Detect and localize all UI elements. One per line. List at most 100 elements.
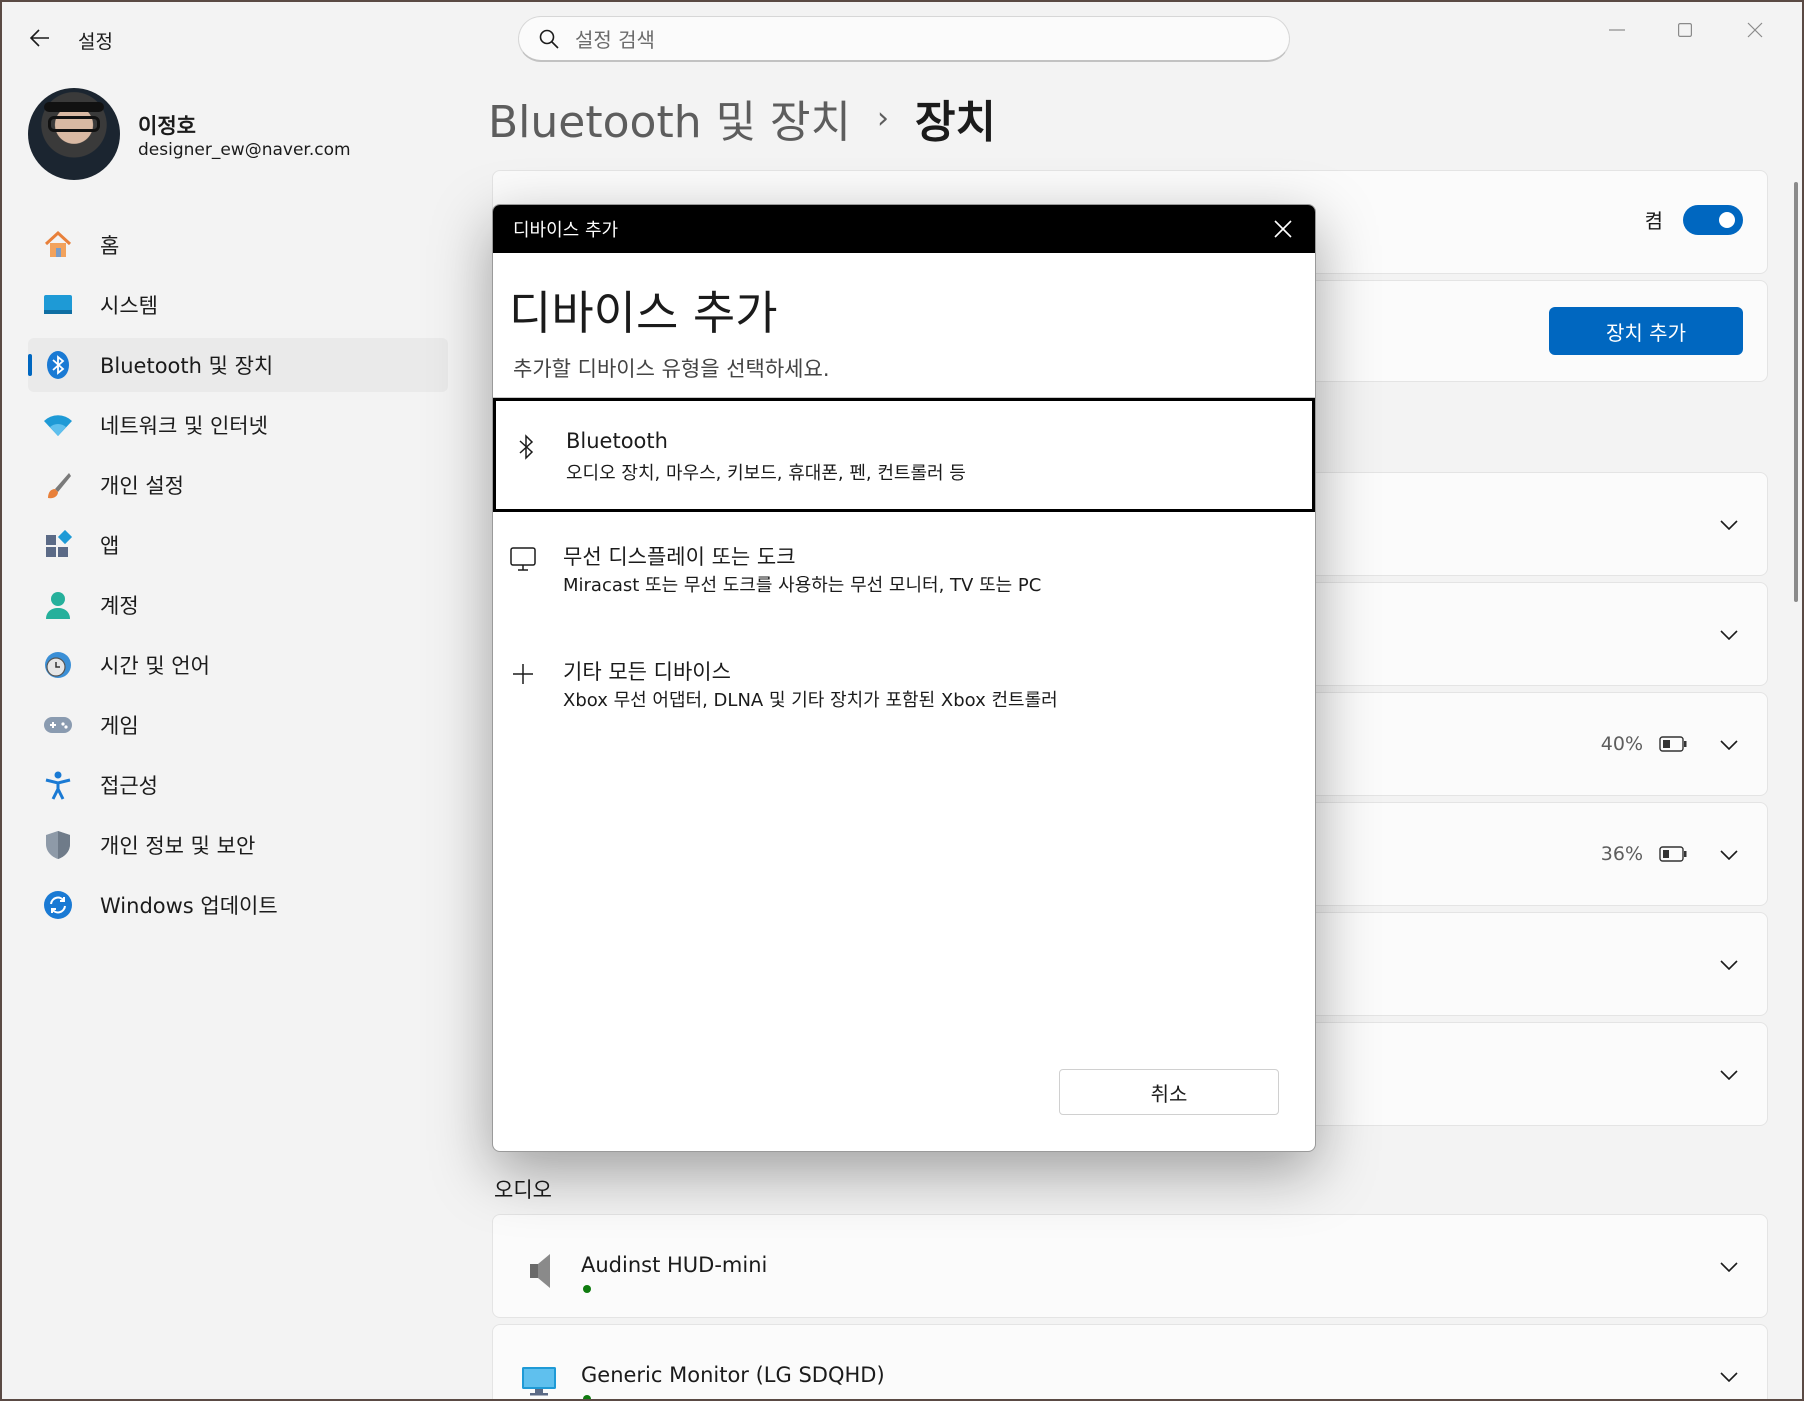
- battery-percent: 40%: [1600, 733, 1643, 755]
- sidebar-item-label: 개인 설정: [100, 474, 184, 498]
- sidebar-item-label: 앱: [100, 534, 120, 558]
- maximize-icon: [1678, 23, 1692, 37]
- search-box[interactable]: 설정 검색: [518, 16, 1290, 62]
- chevron-down-icon[interactable]: [1719, 845, 1739, 865]
- option-description: Xbox 무선 어댑터, DLNA 및 기타 장치가 포함된 Xbox 컨트롤러: [563, 690, 1058, 711]
- sidebar-item-time-language[interactable]: 시간 및 언어: [28, 638, 448, 692]
- account-icon: [42, 589, 74, 621]
- audio-device-name: Generic Monitor (LG SDQHD): [581, 1363, 885, 1387]
- bluetooth-toggle[interactable]: [1683, 205, 1743, 235]
- option-title: 무선 디스플레이 또는 도크: [563, 545, 796, 569]
- home-icon: [42, 229, 74, 261]
- chevron-down-icon[interactable]: [1719, 625, 1739, 645]
- battery-icon: [1659, 736, 1687, 752]
- option-bluetooth[interactable]: Bluetooth 오디오 장치, 마우스, 키보드, 휴대폰, 펜, 컨트롤러…: [493, 398, 1315, 512]
- option-description: Miracast 또는 무선 도크를 사용하는 무선 모니터, TV 또는 PC: [563, 575, 1042, 596]
- back-arrow-icon: [30, 29, 49, 47]
- bluetooth-icon: [512, 433, 540, 461]
- close-icon: [1274, 220, 1292, 238]
- minimize-icon: [1609, 29, 1625, 31]
- title-bar: 설정 설정 검색: [2, 2, 1802, 72]
- avatar[interactable]: [28, 88, 120, 180]
- brush-icon: [42, 469, 74, 501]
- audio-device-row[interactable]: Audinst HUD-mini: [492, 1214, 1768, 1318]
- audio-section-title: 오디오: [494, 1178, 552, 1202]
- add-device-button[interactable]: 장치 추가: [1549, 307, 1743, 355]
- plus-icon: [509, 660, 537, 688]
- dialog-title-bar: 디바이스 추가: [493, 205, 1315, 253]
- chevron-down-icon[interactable]: [1719, 735, 1739, 755]
- cancel-button[interactable]: 취소: [1059, 1069, 1279, 1115]
- chevron-down-icon[interactable]: [1719, 955, 1739, 975]
- battery-percent: 36%: [1600, 843, 1643, 865]
- accessibility-icon: [42, 769, 74, 801]
- sidebar-item-label: 시간 및 언어: [100, 654, 210, 678]
- clock-globe-icon: [42, 649, 74, 681]
- monitor-icon: [519, 1361, 559, 1399]
- sidebar-item-label: 홈: [100, 234, 120, 258]
- option-description: 오디오 장치, 마우스, 키보드, 휴대폰, 펜, 컨트롤러 등: [566, 463, 966, 484]
- breadcrumb-separator: ›: [877, 100, 890, 136]
- sidebar-item-label: Windows 업데이트: [100, 894, 278, 918]
- display-icon: [509, 545, 537, 573]
- chevron-down-icon[interactable]: [1719, 515, 1739, 535]
- dialog-close-button[interactable]: [1271, 217, 1295, 241]
- apps-icon: [42, 529, 74, 561]
- speaker-icon: [519, 1251, 559, 1291]
- option-wireless-display[interactable]: 무선 디스플레이 또는 도크 Miracast 또는 무선 도크를 사용하는 무…: [493, 513, 1315, 627]
- profile-email: designer_ew@naver.com: [138, 140, 351, 160]
- sidebar-item-accessibility[interactable]: 접근성: [28, 758, 448, 812]
- close-button[interactable]: [1722, 12, 1788, 48]
- maximize-button[interactable]: [1652, 12, 1718, 48]
- sidebar-nav: 홈 시스템 Bluetooth 및 장치 네트워크 및 인터넷 개인 설정 앱 …: [28, 218, 448, 938]
- system-icon: [42, 289, 74, 321]
- option-other-devices[interactable]: 기타 모든 디바이스 Xbox 무선 어댑터, DLNA 및 기타 장치가 포함…: [493, 628, 1315, 742]
- chevron-down-icon[interactable]: [1719, 1367, 1739, 1387]
- sidebar-item-system[interactable]: 시스템: [28, 278, 448, 332]
- chevron-down-icon[interactable]: [1719, 1065, 1739, 1085]
- gamepad-icon: [42, 709, 74, 741]
- sidebar-item-label: 네트워크 및 인터넷: [100, 414, 268, 438]
- audio-device-row[interactable]: Generic Monitor (LG SDQHD): [492, 1324, 1768, 1399]
- sidebar-item-windows-update[interactable]: Windows 업데이트: [28, 878, 448, 932]
- sidebar-item-label: 계정: [100, 594, 139, 618]
- sidebar-item-personalization[interactable]: 개인 설정: [28, 458, 448, 512]
- minimize-button[interactable]: [1584, 12, 1650, 48]
- search-input[interactable]: 설정 검색: [575, 24, 655, 53]
- profile-name: 이정호: [138, 114, 196, 138]
- sidebar-item-label: 개인 정보 및 보안: [100, 834, 256, 858]
- wifi-icon: [42, 409, 74, 441]
- connected-status-dot: [583, 1395, 591, 1399]
- sidebar-item-network[interactable]: 네트워크 및 인터넷: [28, 398, 448, 452]
- connected-status-dot: [583, 1285, 591, 1293]
- scrollbar[interactable]: [1794, 182, 1798, 602]
- dialog-subtitle: 추가할 디바이스 유형을 선택하세요.: [513, 357, 830, 381]
- sidebar-item-accounts[interactable]: 계정: [28, 578, 448, 632]
- option-title: 기타 모든 디바이스: [563, 660, 731, 684]
- app-title: 설정: [78, 31, 113, 53]
- sidebar-item-privacy[interactable]: 개인 정보 및 보안: [28, 818, 448, 872]
- dialog-heading: 디바이스 추가: [509, 286, 778, 340]
- breadcrumb: Bluetooth 및 장치 › 장치: [488, 86, 996, 150]
- shield-icon: [42, 829, 74, 861]
- sidebar-item-bluetooth[interactable]: Bluetooth 및 장치: [28, 338, 448, 392]
- page-title: 장치: [915, 97, 996, 148]
- close-icon: [1747, 22, 1763, 38]
- chevron-down-icon[interactable]: [1719, 1257, 1739, 1277]
- breadcrumb-parent[interactable]: Bluetooth 및 장치: [488, 86, 851, 150]
- update-icon: [42, 889, 74, 921]
- bluetooth-icon: [42, 349, 74, 381]
- battery-indicator: 36%: [1601, 843, 1687, 865]
- sidebar-item-label: 게임: [100, 714, 139, 738]
- toggle-state-label: 켬: [1644, 209, 1663, 233]
- option-title: Bluetooth: [566, 429, 668, 453]
- sidebar-item-home[interactable]: 홈: [28, 218, 448, 272]
- sidebar-item-gaming[interactable]: 게임: [28, 698, 448, 752]
- settings-window: 설정 설정 검색 이정호 designer_ew@naver.com 홈 시스템…: [2, 2, 1802, 1399]
- audio-device-name: Audinst HUD-mini: [581, 1253, 768, 1277]
- sidebar-item-label: 시스템: [100, 294, 158, 318]
- sidebar-item-apps[interactable]: 앱: [28, 518, 448, 572]
- search-icon: [539, 29, 559, 49]
- sidebar-item-label: Bluetooth 및 장치: [100, 354, 274, 378]
- back-button[interactable]: [20, 20, 60, 56]
